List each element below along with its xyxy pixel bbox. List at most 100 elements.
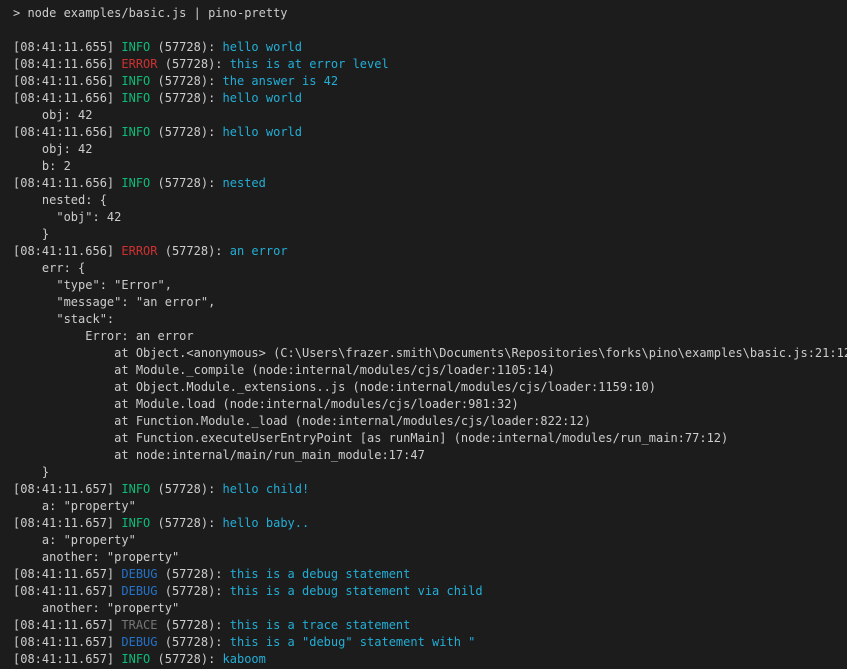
log-level: INFO (121, 125, 150, 139)
log-line: nested: { (13, 192, 843, 209)
log-line: at Module._compile (node:internal/module… (13, 362, 843, 379)
log-line: obj: 42 (13, 141, 843, 158)
log-text: another: "property" (13, 601, 179, 615)
log-timestamp: [08:41:11.657] (13, 635, 121, 649)
log-text: at node:internal/main/run_main_module:17… (13, 448, 425, 462)
log-line: [08:41:11.657] DEBUG (57728): this is a … (13, 583, 843, 600)
log-timestamp: [08:41:11.656] (13, 176, 121, 190)
log-text: (57728): (150, 91, 222, 105)
terminal-window[interactable]: > node examples/basic.js | pino-pretty [… (0, 0, 847, 669)
log-line: at Object.<anonymous> (C:\Users\frazer.s… (13, 345, 843, 362)
log-line: [08:41:11.656] INFO (57728): hello world (13, 124, 843, 141)
log-message: this is a debug statement via child (230, 584, 483, 598)
log-line: obj: 42 (13, 107, 843, 124)
log-level: INFO (121, 516, 150, 530)
log-timestamp: [08:41:11.657] (13, 516, 121, 530)
log-line: b: 2 (13, 158, 843, 175)
log-text: (57728): (158, 618, 230, 632)
log-text: at Function.Module._load (node:internal/… (13, 414, 591, 428)
log-line: [08:41:11.657] DEBUG (57728): this is a … (13, 634, 843, 651)
log-level: INFO (121, 91, 150, 105)
log-line: Error: an error (13, 328, 843, 345)
log-text: at Object.<anonymous> (C:\Users\frazer.s… (13, 346, 847, 360)
log-timestamp: [08:41:11.657] (13, 482, 121, 496)
log-line: [08:41:11.657] DEBUG (57728): this is a … (13, 566, 843, 583)
log-text: obj: 42 (13, 108, 92, 122)
log-message: hello world (223, 91, 302, 105)
log-line: another: "property" (13, 600, 843, 617)
log-text: "message": "an error", (13, 295, 215, 309)
log-text: } (13, 227, 49, 241)
log-text: "type": "Error", (13, 278, 172, 292)
log-text: (57728): (150, 40, 222, 54)
log-level: INFO (121, 482, 150, 496)
log-message: this is a debug statement (230, 567, 411, 581)
log-timestamp: [08:41:11.657] (13, 567, 121, 581)
log-timestamp: [08:41:11.656] (13, 125, 121, 139)
log-line: [08:41:11.656] INFO (57728): the answer … (13, 73, 843, 90)
log-text: (57728): (158, 567, 230, 581)
log-text: Error: an error (13, 329, 194, 343)
log-text: (57728): (158, 57, 230, 71)
log-line: "message": "an error", (13, 294, 843, 311)
log-line: at Module.load (node:internal/modules/cj… (13, 396, 843, 413)
log-level: TRACE (121, 618, 157, 632)
log-line: at Function.Module._load (node:internal/… (13, 413, 843, 430)
log-level: INFO (121, 74, 150, 88)
log-message: the answer is 42 (223, 74, 339, 88)
log-message: kaboom (223, 652, 266, 666)
log-text: (57728): (150, 125, 222, 139)
log-line: "obj": 42 (13, 209, 843, 226)
log-text: at Module._compile (node:internal/module… (13, 363, 555, 377)
log-message: nested (223, 176, 266, 190)
log-level: ERROR (121, 244, 157, 258)
log-text: nested: { (13, 193, 107, 207)
log-timestamp: [08:41:11.657] (13, 618, 121, 632)
log-line: [08:41:11.656] ERROR (57728): an error (13, 243, 843, 260)
log-line: at Object.Module._extensions..js (node:i… (13, 379, 843, 396)
log-text: (57728): (158, 635, 230, 649)
command-line: > node examples/basic.js | pino-pretty (13, 5, 843, 22)
log-level: INFO (121, 652, 150, 666)
log-line: a: "property" (13, 532, 843, 549)
log-message: this is a "debug" statement with " (230, 635, 476, 649)
log-text: b: 2 (13, 159, 71, 173)
log-timestamp: [08:41:11.657] (13, 652, 121, 666)
log-text: (57728): (150, 516, 222, 530)
log-level: DEBUG (121, 635, 157, 649)
log-message: hello world (223, 40, 302, 54)
log-level: DEBUG (121, 584, 157, 598)
log-text: (57728): (158, 584, 230, 598)
log-line: at Function.executeUserEntryPoint [as ru… (13, 430, 843, 447)
log-text: a: "property" (13, 533, 136, 547)
log-output: [08:41:11.655] INFO (57728): hello world… (13, 39, 843, 668)
log-line: [08:41:11.656] ERROR (57728): this is at… (13, 56, 843, 73)
log-text: "obj": 42 (13, 210, 121, 224)
log-line: err: { (13, 260, 843, 277)
log-message: an error (230, 244, 288, 258)
log-text: (57728): (150, 74, 222, 88)
log-text: } (13, 465, 49, 479)
log-level: INFO (121, 40, 150, 54)
blank-line (13, 22, 843, 39)
log-line: another: "property" (13, 549, 843, 566)
log-message: hello child! (223, 482, 310, 496)
log-timestamp: [08:41:11.656] (13, 244, 121, 258)
log-level: ERROR (121, 57, 157, 71)
log-line: [08:41:11.656] INFO (57728): nested (13, 175, 843, 192)
log-line: [08:41:11.657] INFO (57728): hello child… (13, 481, 843, 498)
log-text: (57728): (150, 652, 222, 666)
log-text: at Module.load (node:internal/modules/cj… (13, 397, 519, 411)
log-line: } (13, 464, 843, 481)
log-line: at node:internal/main/run_main_module:17… (13, 447, 843, 464)
log-timestamp: [08:41:11.656] (13, 74, 121, 88)
log-text: (57728): (150, 176, 222, 190)
log-line: a: "property" (13, 498, 843, 515)
log-text: another: "property" (13, 550, 179, 564)
log-level: DEBUG (121, 567, 157, 581)
log-line: "type": "Error", (13, 277, 843, 294)
log-text: obj: 42 (13, 142, 92, 156)
log-text: at Object.Module._extensions..js (node:i… (13, 380, 656, 394)
log-timestamp: [08:41:11.656] (13, 57, 121, 71)
log-text: "stack": (13, 312, 114, 326)
